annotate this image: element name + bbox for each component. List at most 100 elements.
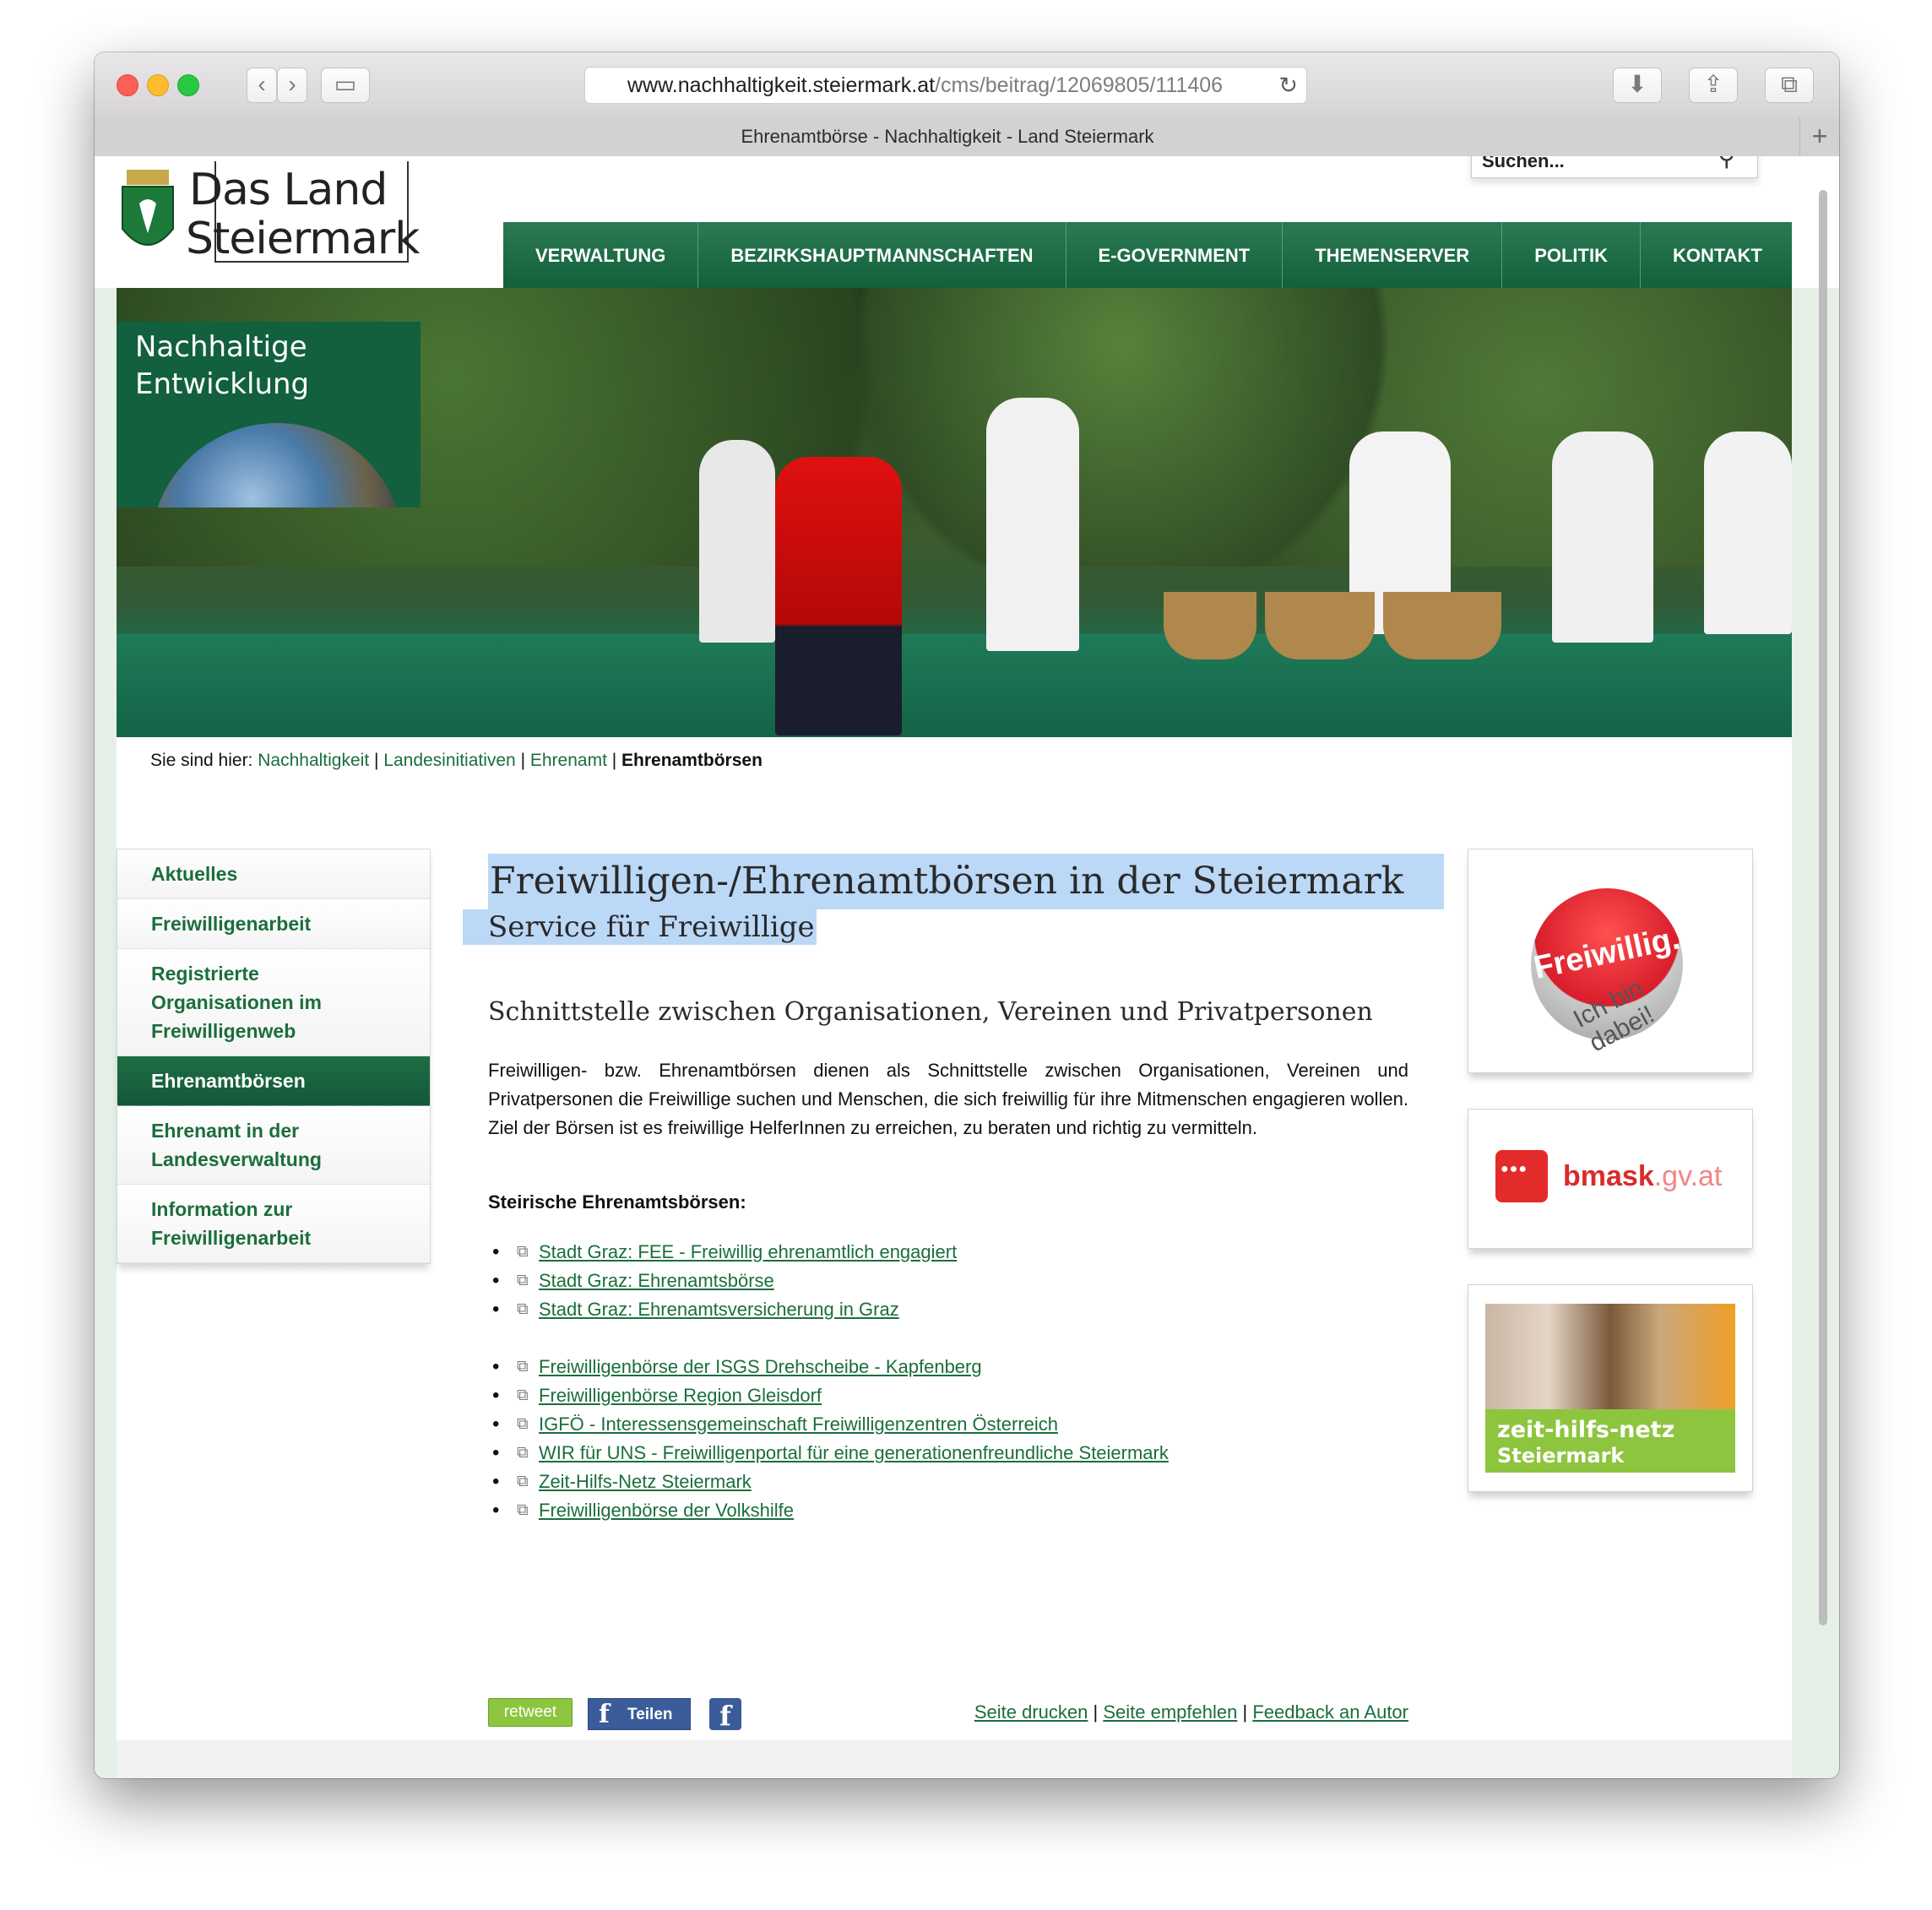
sidebar-item-freiwilligenarbeit[interactable]: Freiwilligenarbeit — [117, 899, 430, 949]
external-link[interactable]: Stadt Graz: FEE - Freiwillig ehrenamtlic… — [539, 1241, 957, 1262]
hero-badge-line1: Nachhaltige — [135, 330, 307, 364]
facebook-share-button[interactable]: f Teilen — [588, 1698, 691, 1730]
retweet-button[interactable]: retweet — [488, 1698, 573, 1727]
nav-kontakt[interactable]: KONTAKT — [1641, 222, 1794, 290]
bmask-icon — [1495, 1150, 1548, 1202]
sidebar-item-ehrenamtboersen[interactable]: Ehrenamtbörsen — [117, 1056, 430, 1106]
hero-person — [1552, 431, 1653, 643]
nav-bezirkshauptmannschaften[interactable]: BEZIRKSHAUPTMANNSCHAFTEN — [698, 222, 1066, 290]
link-list: ⧉ Stadt Graz: FEE - Freiwillig ehrenamtli… — [488, 1238, 1408, 1525]
bmask-banner[interactable]: bmask.gv.at — [1468, 1109, 1753, 1249]
sidebar-icon[interactable]: ▭ — [321, 68, 370, 103]
facebook-icon[interactable]: f — [709, 1698, 741, 1732]
list-item: ⧉ Stadt Graz: FEE - Freiwillig ehrenamtli… — [488, 1238, 1408, 1267]
external-link-icon: ⧉ — [517, 1501, 529, 1519]
search-input[interactable]: Suchen... ⚲ — [1471, 156, 1758, 178]
sidebar-item-registrierte-organisationen[interactable]: Registrierte Organisationen im Freiwilli… — [117, 949, 430, 1056]
scrollbar[interactable] — [1817, 190, 1829, 1718]
chevron-right-icon[interactable]: › — [277, 68, 307, 103]
zeit-hilfs-netz-label: zeit-hilfs-netz Steiermark — [1485, 1409, 1735, 1473]
page-content: Nachhaltige Entwicklung Sie sind hier: N… — [117, 288, 1792, 1778]
site-logo[interactable]: Das Land Steiermark — [118, 161, 420, 268]
list-item: ⧉ Stadt Graz: Ehrenamtsbörse — [488, 1267, 1408, 1295]
external-link-icon: ⧉ — [517, 1243, 529, 1261]
scrollbar-thumb[interactable] — [1819, 190, 1827, 1625]
external-link[interactable]: Zeit-Hilfs-Netz Steiermark — [539, 1471, 752, 1492]
tab-bar: Ehrenamtbörse - Nachhaltigkeit - Land St… — [95, 117, 1839, 157]
print-page-link[interactable]: Seite drucken — [974, 1701, 1088, 1723]
nav-politik[interactable]: POLITIK — [1502, 222, 1641, 290]
external-link[interactable]: Stadt Graz: Ehrenamtsbörse — [539, 1270, 774, 1291]
external-link[interactable]: Freiwilligenbörse der Volkshilfe — [539, 1500, 794, 1521]
hero-badge-line2: Entwicklung — [135, 367, 310, 401]
list-item: ⧉ IGFÖ - Interessensgemeinschaft Freiwill… — [488, 1410, 1408, 1439]
breadcrumb-prefix: Sie sind hier: — [150, 751, 253, 770]
zeit-hilfs-netz-logo: zeit-hilfs-netz Steiermark — [1485, 1304, 1735, 1473]
search-icon[interactable]: ⚲ — [1718, 156, 1735, 171]
external-link[interactable]: Freiwilligenbörse der ISGS Drehscheibe -… — [539, 1356, 982, 1377]
freiwillig-logo: Freiwillig. Ich bin dabei! — [1531, 888, 1683, 1057]
external-link-icon: ⧉ — [517, 1415, 529, 1433]
external-link-icon: ⧉ — [517, 1358, 529, 1376]
intro-paragraph: Freiwilligen- bzw. Ehrenamtbörsen dienen… — [488, 1060, 1408, 1138]
external-link-icon: ⧉ — [517, 1386, 529, 1404]
download-icon[interactable]: ⬇ — [1613, 68, 1662, 103]
external-link-icon: ⧉ — [517, 1444, 529, 1462]
page-title: Freiwilligen-/Ehrenamtbörsen in der Stei… — [488, 854, 1444, 909]
breadcrumb-link[interactable]: Ehrenamt — [530, 751, 607, 770]
address-bar[interactable]: www.nachhaltigkeit.steiermark.at/cms/bei… — [584, 67, 1307, 104]
tabs-icon[interactable]: ⧉ — [1765, 68, 1814, 103]
minimize-button[interactable] — [147, 74, 169, 96]
search-placeholder: Suchen... — [1482, 156, 1565, 171]
sidebar-nav: Aktuelles Freiwilligenarbeit Registriert… — [117, 849, 431, 1264]
breadcrumb-link[interactable]: Nachhaltigkeit — [258, 751, 369, 770]
list-item: ⧉ Zeit-Hilfs-Netz Steiermark — [488, 1468, 1408, 1496]
breadcrumb-link[interactable]: Landesinitiativen — [383, 751, 515, 770]
external-link-icon: ⧉ — [517, 1300, 529, 1318]
coat-of-arms-icon — [122, 170, 174, 246]
zeit-hilfs-netz-photo — [1485, 1304, 1735, 1409]
sidebar-item-ehrenamt-landesverwaltung[interactable]: Ehrenamt in der Landesverwaltung — [117, 1106, 430, 1185]
external-link-icon: ⧉ — [517, 1272, 529, 1289]
logo-line1: Das Land — [189, 165, 388, 215]
freiwillig-banner[interactable]: Freiwillig. Ich bin dabei! — [1468, 849, 1753, 1073]
nav-e-government[interactable]: E-GOVERNMENT — [1066, 222, 1283, 290]
nav-verwaltung[interactable]: VERWALTUNG — [503, 222, 699, 290]
browser-toolbar: ‹ › ▭ www.nachhaltigkeit.steiermark.at/c… — [95, 52, 1839, 118]
tab-title[interactable]: Ehrenamtbörse - Nachhaltigkeit - Land St… — [95, 117, 1800, 156]
hero-basket — [1164, 592, 1256, 659]
hero-table — [117, 634, 1792, 737]
breadcrumb-current: Ehrenamtbörsen — [621, 751, 762, 770]
section-heading: Schnittstelle zwischen Organisationen, V… — [488, 997, 1373, 1027]
zhn-line1: zeit-hilfs-netz — [1497, 1417, 1675, 1443]
list-heading: Steirische Ehrenamtsbörsen: — [488, 1191, 746, 1213]
recommend-page-link[interactable]: Seite empfehlen — [1103, 1701, 1237, 1723]
facebook-share-label: Teilen — [627, 1706, 673, 1723]
feedback-link[interactable]: Feedback an Autor — [1252, 1701, 1408, 1723]
list-item: ⧉ Stadt Graz: Ehrenamtsversicherung in Gr… — [488, 1295, 1408, 1324]
nav-themenserver[interactable]: THEMENSERVER — [1283, 222, 1503, 290]
external-link[interactable]: WIR für UNS - Freiwilligenportal für ein… — [539, 1442, 1169, 1463]
zoom-button[interactable] — [177, 74, 199, 96]
hero-basket — [1383, 592, 1501, 659]
zeit-hilfs-netz-banner[interactable]: zeit-hilfs-netz Steiermark — [1468, 1284, 1753, 1492]
sidebar-item-aktuelles[interactable]: Aktuelles — [117, 849, 430, 899]
sidebar-item-information[interactable]: Information zur Freiwilligenarbeit — [117, 1185, 430, 1263]
hero-person — [775, 457, 902, 735]
plus-icon[interactable]: + — [1799, 117, 1839, 156]
external-link[interactable]: Stadt Graz: Ehrenamtsversicherung in Gra… — [539, 1299, 899, 1320]
reload-icon[interactable]: ↻ — [1273, 68, 1298, 103]
external-link[interactable]: Freiwilligenbörse Region Gleisdorf — [539, 1385, 822, 1406]
logo-line2: Steiermark — [186, 214, 420, 264]
external-link[interactable]: IGFÖ - Interessensgemeinschaft Freiwilli… — [539, 1414, 1058, 1435]
external-link-icon: ⧉ — [517, 1473, 529, 1490]
chevron-left-icon[interactable]: ‹ — [247, 68, 277, 103]
close-button[interactable] — [117, 74, 138, 96]
separator: | — [1093, 1701, 1099, 1723]
browser-window: ‹ › ▭ www.nachhaltigkeit.steiermark.at/c… — [95, 52, 1839, 1778]
share-icon[interactable]: ⇪ — [1689, 68, 1738, 103]
bmask-suffix: .gv.at — [1653, 1159, 1723, 1192]
hero-person — [1704, 431, 1792, 634]
social-bar: retweet f Teilen f Seite drucken | Seite… — [488, 1698, 1408, 1732]
hero-badge: Nachhaltige Entwicklung — [117, 322, 421, 507]
